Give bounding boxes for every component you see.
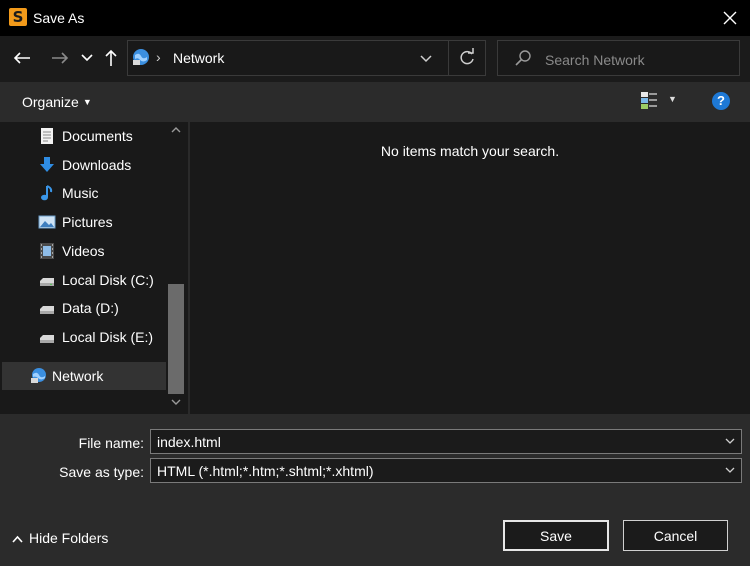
file-list-pane[interactable]: No items match your search. [190, 122, 750, 414]
save-as-dialog: S Save As › Network Search Network Organ… [0, 0, 750, 566]
divider [448, 41, 449, 75]
network-icon [31, 368, 46, 383]
drive-icon [40, 335, 54, 343]
close-button[interactable] [712, 1, 748, 34]
hide-folders-button[interactable]: Hide Folders [12, 530, 108, 546]
organize-menu[interactable]: Organize ▼ [22, 94, 92, 110]
videos-icon [40, 243, 54, 259]
drive-icon [40, 306, 54, 314]
recent-locations-button[interactable] [74, 44, 100, 72]
sidebar-scrollbar[interactable] [166, 122, 186, 414]
refresh-icon[interactable] [456, 47, 478, 69]
filename-field[interactable]: index.html [150, 429, 742, 454]
sidebar-item-label: Pictures [62, 214, 113, 230]
window-title: Save As [33, 10, 85, 26]
arrow-left-icon [13, 52, 30, 64]
sidebar-item-downloads[interactable]: Downloads [0, 151, 166, 179]
breadcrumb-network[interactable]: Network [173, 50, 224, 66]
empty-message: No items match your search. [380, 143, 560, 159]
title-bar: S Save As [0, 0, 750, 36]
address-bar[interactable]: › Network [127, 40, 486, 76]
sidebar-item-label: Downloads [62, 157, 132, 173]
search-box[interactable]: Search Network [497, 40, 740, 76]
hide-folders-label: Hide Folders [29, 530, 109, 546]
sidebar-item-label: Music [62, 185, 99, 201]
up-button[interactable] [98, 44, 124, 72]
scroll-up-icon[interactable] [171, 126, 181, 134]
sidebar-item-label: Documents [62, 128, 133, 144]
save-type-label: Save as type: [59, 464, 144, 480]
back-button[interactable] [9, 44, 35, 72]
sidebar-item-documents[interactable]: Documents [0, 122, 166, 150]
caret-down-icon: ▼ [82, 97, 92, 107]
chevron-up-icon [12, 535, 23, 543]
pictures-icon [38, 215, 56, 229]
navigation-bar: › Network Search Network [0, 36, 750, 82]
cancel-button[interactable]: Cancel [623, 520, 728, 551]
sidebar-item-local-disk-e[interactable]: Local Disk (E:) [0, 323, 166, 351]
chevron-down-icon[interactable] [725, 436, 735, 446]
arrow-right-icon [52, 52, 69, 64]
organize-label: Organize [22, 94, 79, 110]
save-options-panel: File name: index.html Save as type: HTML… [0, 414, 750, 566]
filename-value[interactable]: index.html [157, 434, 221, 450]
close-icon [723, 11, 737, 24]
sidebar-item-music[interactable]: Music [0, 179, 166, 207]
filename-label: File name: [78, 435, 144, 451]
search-placeholder: Search Network [545, 52, 645, 68]
search-icon [515, 50, 531, 66]
navigation-pane: Documents Downloads Music Pictures Video… [0, 122, 188, 414]
sublime-text-icon: S [9, 8, 27, 26]
sidebar-item-data-d[interactable]: Data (D:) [0, 294, 166, 322]
documents-icon [41, 128, 53, 144]
view-options-icon[interactable] [639, 90, 659, 110]
arrow-up-icon [105, 49, 117, 66]
breadcrumb-separator: › [156, 49, 161, 65]
sidebar-item-label: Network [52, 368, 104, 384]
sidebar-item-label: Local Disk (C:) [62, 272, 154, 288]
sidebar-item-local-disk-c[interactable]: Local Disk (C:) [0, 266, 166, 294]
sidebar-item-network[interactable]: Network [2, 362, 166, 390]
sidebar-item-videos[interactable]: Videos [0, 237, 166, 265]
sidebar-item-label: Data (D:) [62, 300, 119, 316]
help-icon[interactable]: ? [712, 92, 730, 110]
scroll-down-icon[interactable] [171, 398, 181, 406]
save-button[interactable]: Save [503, 520, 609, 551]
sidebar-item-pictures[interactable]: Pictures [0, 208, 166, 236]
save-type-value: HTML (*.html;*.htm;*.shtml;*.xhtml) [157, 463, 374, 479]
music-icon [41, 185, 53, 201]
chevron-down-icon [81, 54, 93, 62]
chevron-down-icon[interactable] [725, 465, 735, 475]
scroll-thumb[interactable] [168, 284, 184, 394]
save-type-select[interactable]: HTML (*.html;*.htm;*.shtml;*.xhtml) [150, 458, 742, 483]
sidebar-item-label: Videos [62, 243, 105, 259]
view-caret-icon[interactable]: ▼ [668, 94, 677, 104]
downloads-icon [40, 157, 54, 172]
sidebar-item-label: Local Disk (E:) [62, 329, 154, 345]
drive-icon [40, 278, 54, 286]
command-bar: Organize ▼ ▼ ? [0, 82, 750, 122]
chevron-down-icon[interactable] [420, 49, 432, 67]
forward-button[interactable] [47, 44, 73, 72]
network-icon [133, 49, 149, 65]
